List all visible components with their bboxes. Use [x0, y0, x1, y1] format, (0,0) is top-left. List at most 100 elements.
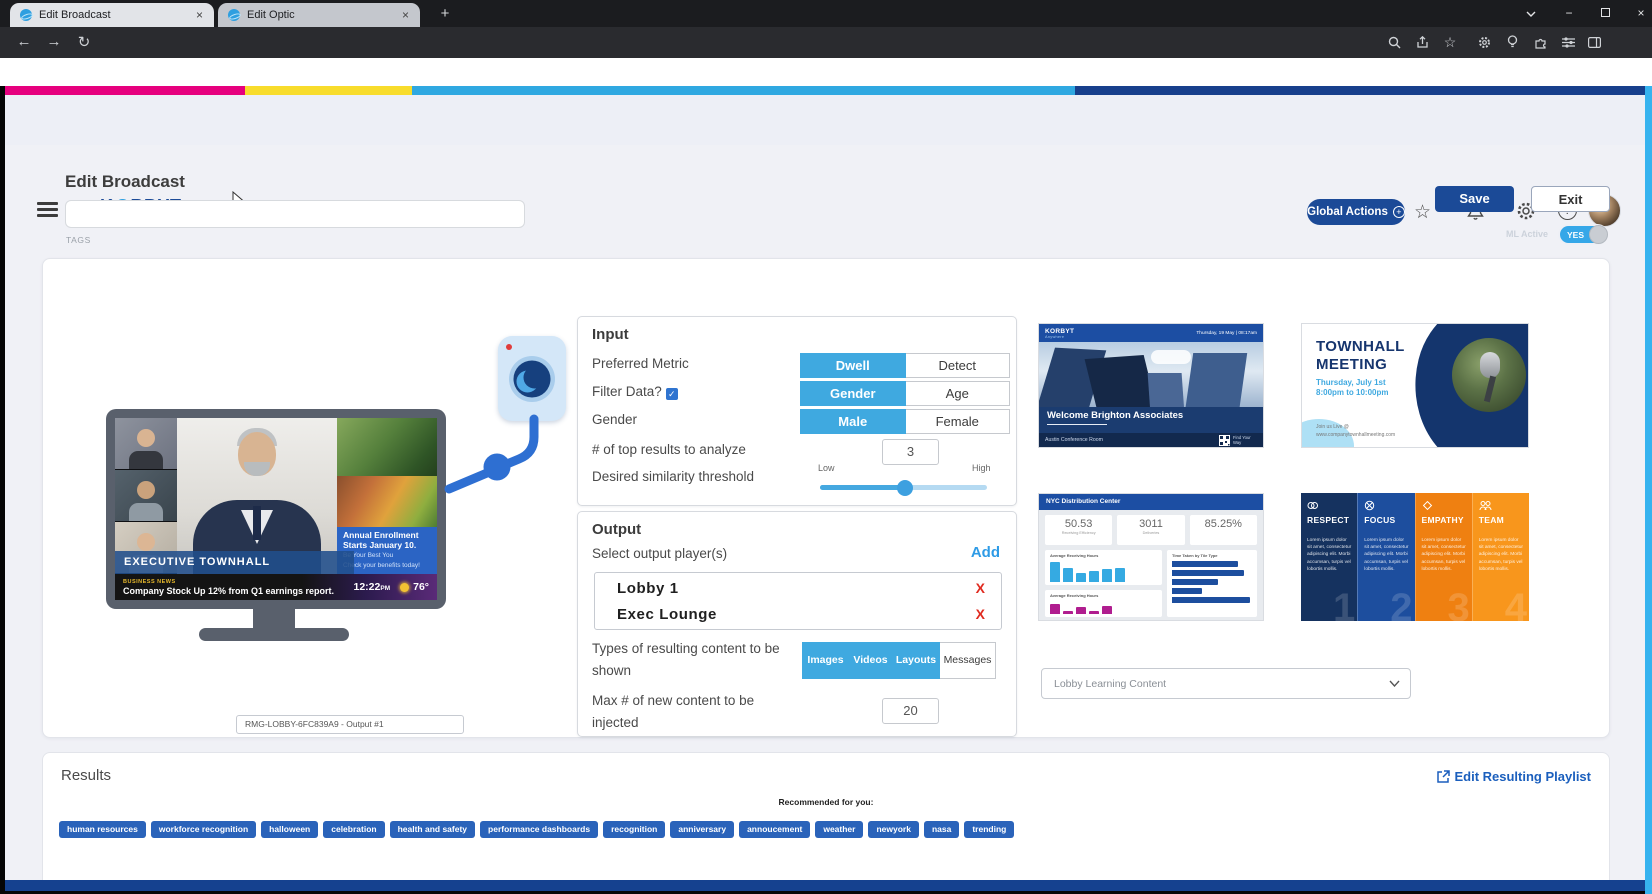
videos-option[interactable]: Videos: [849, 642, 893, 679]
window-minimize-icon[interactable]: −: [1556, 4, 1582, 23]
max-content-label: Max # of new content to be injected: [592, 690, 802, 735]
layouts-option[interactable]: Layouts: [893, 642, 940, 679]
tag-pill[interactable]: annoucement: [739, 821, 810, 838]
chart-bar: [1115, 568, 1125, 582]
broadcast-name-input[interactable]: [65, 200, 525, 228]
preferred-metric-label: Preferred Metric: [592, 356, 689, 371]
age-option[interactable]: Age: [906, 381, 1011, 406]
value-card-empathy: EMPATHY Lorem ipsum dolor sit amet, cons…: [1415, 493, 1472, 621]
korbyt-favicon-icon: [20, 9, 32, 21]
bookmarks-bar: [0, 58, 1652, 86]
filter-data-checkbox[interactable]: ✓: [666, 388, 678, 400]
output-player-row: Exec LoungeX: [595, 602, 1001, 628]
max-content-input[interactable]: 20: [882, 698, 939, 724]
remove-player-icon[interactable]: X: [976, 606, 985, 622]
save-button[interactable]: Save: [1435, 186, 1514, 212]
gender-option[interactable]: Gender: [800, 381, 906, 406]
favorites-star-icon[interactable]: ☆: [1414, 201, 1436, 223]
output-players-list[interactable]: Lobby 1XExec LoungeX: [594, 572, 1002, 630]
window-close-icon[interactable]: ×: [1628, 4, 1652, 23]
tag-pill[interactable]: health and safety: [390, 821, 475, 838]
tag-pill[interactable]: recognition: [603, 821, 665, 838]
side-panel-icon[interactable]: [1584, 32, 1604, 52]
content-thumb-welcome[interactable]: KORBYTAnywhere Thursday, 19 May | 08:17a…: [1038, 323, 1264, 448]
tune-icon[interactable]: [1558, 32, 1578, 52]
monitor-stand: [253, 607, 295, 629]
hamburger-menu-icon[interactable]: [37, 202, 58, 217]
back-icon[interactable]: ←: [14, 33, 34, 50]
add-player-link[interactable]: Add: [971, 544, 1000, 561]
lightbulb-icon[interactable]: [1502, 32, 1522, 52]
images-option[interactable]: Images: [802, 642, 849, 679]
tag-pill[interactable]: newyork: [868, 821, 919, 838]
extension-gear-icon[interactable]: [1474, 32, 1494, 52]
gender-label: Gender: [592, 412, 637, 427]
female-option[interactable]: Female: [906, 409, 1011, 434]
edit-resulting-playlist-link[interactable]: Edit Resulting Playlist: [1436, 769, 1591, 784]
yes-toggle[interactable]: YES: [1560, 226, 1606, 243]
select-players-label: Select output player(s): [592, 546, 727, 561]
tag-pill[interactable]: workforce recognition: [151, 821, 256, 838]
townhall-banner: EXECUTIVE TOWNHALL: [115, 551, 354, 574]
page-scrollbar[interactable]: [1645, 86, 1652, 894]
tab-close-icon[interactable]: ×: [399, 8, 412, 22]
tag-pill[interactable]: human resources: [59, 821, 146, 838]
participant-tile: [115, 470, 177, 522]
chart-bar: [1102, 606, 1112, 614]
filter-segment: Gender Age: [800, 381, 1010, 406]
korbyt-favicon-icon: [228, 9, 240, 21]
tab-edit-optic[interactable]: Edit Optic ×: [218, 3, 420, 27]
reload-icon[interactable]: ↻: [74, 33, 94, 51]
chart-bar: [1172, 579, 1218, 585]
content-thumb-values[interactable]: RESPECT Lorem ipsum dolor sit amet, cons…: [1301, 493, 1529, 621]
male-option[interactable]: Male: [800, 409, 906, 434]
search-icon[interactable]: [1384, 32, 1404, 52]
playlist-select[interactable]: Lobby Learning Content: [1041, 668, 1411, 699]
chart-bar: [1172, 597, 1250, 603]
results-card: Results Edit Resulting Playlist Recommen…: [42, 752, 1610, 894]
tag-pill[interactable]: nasa: [924, 821, 959, 838]
window-maximize-icon[interactable]: [1592, 4, 1618, 23]
top-results-input[interactable]: 3: [882, 439, 939, 465]
microphone-photo: [1452, 338, 1526, 412]
results-title: Results: [61, 767, 111, 784]
new-tab-icon[interactable]: +: [436, 5, 454, 23]
tab-close-icon[interactable]: ×: [193, 8, 206, 22]
share-icon[interactable]: [1412, 32, 1432, 52]
tab-edit-broadcast[interactable]: Edit Broadcast ×: [10, 3, 214, 27]
tag-pill[interactable]: halloween: [261, 821, 318, 838]
messages-option[interactable]: Messages: [940, 642, 996, 679]
tab-search-chevron-icon[interactable]: [1518, 4, 1544, 23]
content-thumb-dashboard[interactable]: NYC Distribution Center 50.53Receiving E…: [1038, 493, 1264, 621]
value-card-focus: FOCUS Lorem ipsum dolor sit amet, consec…: [1357, 493, 1414, 621]
tag-pill[interactable]: celebration: [323, 821, 384, 838]
chart-bar: [1172, 561, 1238, 567]
content-types-segment: Images Videos Layouts Messages: [802, 642, 996, 679]
output-player-row: Lobby 1X: [595, 576, 1001, 602]
toggle-knob[interactable]: [1589, 225, 1608, 244]
dwell-option[interactable]: Dwell: [800, 353, 906, 378]
extensions-puzzle-icon[interactable]: [1530, 32, 1550, 52]
tag-pill[interactable]: anniversary: [670, 821, 734, 838]
food-photo: [337, 476, 437, 527]
chevron-down-icon: [1389, 680, 1400, 687]
plus-icon: +: [1393, 206, 1405, 218]
slider-low-label: Low: [818, 463, 835, 473]
remove-player-icon[interactable]: X: [976, 580, 985, 596]
forward-icon[interactable]: →: [44, 33, 64, 50]
detect-option[interactable]: Detect: [906, 353, 1011, 378]
slider-high-label: High: [972, 463, 991, 473]
global-actions-button[interactable]: Global Actions +: [1307, 199, 1405, 225]
browser-tab-strip: Edit Broadcast × Edit Optic × + − ×: [0, 0, 1652, 27]
diamond-icon: [1422, 500, 1433, 511]
tag-pill[interactable]: trending: [964, 821, 1014, 838]
workout-photo: [337, 418, 437, 476]
chart-bar: [1172, 588, 1202, 594]
similarity-slider[interactable]: [820, 485, 987, 490]
exit-button[interactable]: Exit: [1531, 186, 1610, 212]
bookmark-star-icon[interactable]: ☆: [1440, 32, 1460, 52]
slider-thumb[interactable]: [897, 480, 913, 496]
tag-pill[interactable]: performance dashboards: [480, 821, 598, 838]
tag-pill[interactable]: weather: [815, 821, 863, 838]
content-thumb-townhall[interactable]: TOWNHALL MEETING Thursday, July 1st 8:00…: [1301, 323, 1529, 448]
